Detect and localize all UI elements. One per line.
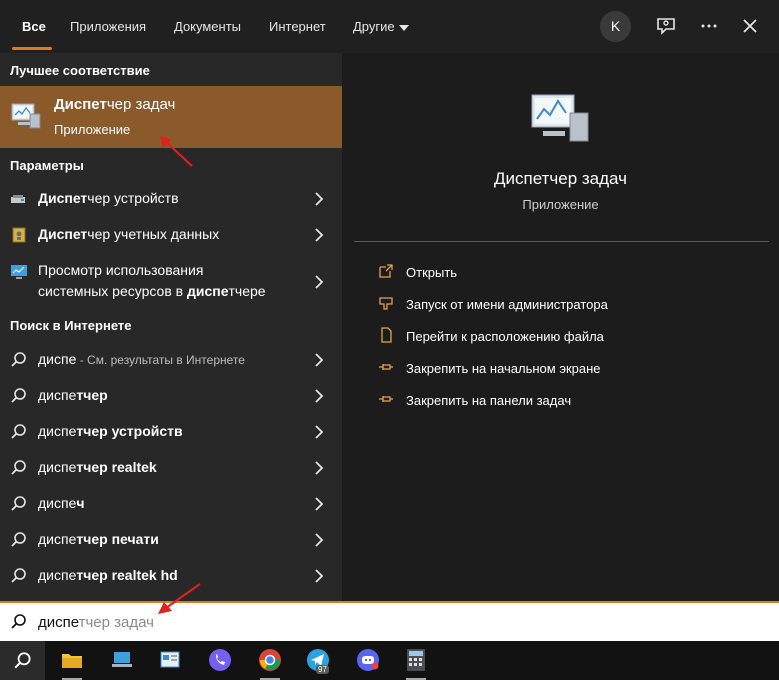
settings-item-label-line2: системных ресурсов в диспетчере xyxy=(38,283,266,299)
web-item[interactable]: диспетчер xyxy=(0,378,342,414)
section-best-match: Лучшее соответствие xyxy=(10,63,150,78)
web-item-label: диспе - См. результаты в Интернете xyxy=(38,351,245,367)
web-item[interactable]: диспетчер печати xyxy=(0,522,342,558)
close-icon[interactable] xyxy=(736,12,764,40)
search-tab-bar: Все Приложения Документы Интернет Другие… xyxy=(0,0,779,53)
search-icon xyxy=(11,388,26,403)
detail-pane: Диспетчер задач Приложение Открыть Запус… xyxy=(342,53,779,601)
more-options-icon[interactable] xyxy=(695,12,723,40)
tab-apps[interactable]: Приложения xyxy=(70,0,146,53)
chevron-right-icon xyxy=(315,389,324,403)
resource-monitor-icon xyxy=(11,265,27,279)
avatar[interactable]: K xyxy=(600,11,631,42)
tab-internet[interactable]: Интернет xyxy=(269,0,326,53)
annotation-arrow-icon xyxy=(158,583,201,614)
action-label: Запуск от имени администратора xyxy=(406,297,608,312)
unread-badge: 97 xyxy=(316,665,329,674)
web-item-label: диспетчер устройств xyxy=(38,423,183,439)
task-manager-icon xyxy=(531,94,589,142)
computer-icon xyxy=(112,652,132,667)
tab-more[interactable]: Другие xyxy=(353,0,409,53)
detail-subtitle: Приложение xyxy=(522,197,599,212)
chrome-icon xyxy=(259,649,281,671)
search-input[interactable]: диспетчер задач xyxy=(38,614,154,631)
web-item[interactable]: диспеч xyxy=(0,486,342,522)
detail-title: Диспетчер задач xyxy=(494,169,627,188)
search-icon xyxy=(14,652,31,669)
settings-item-label: Диспетчер учетных данных xyxy=(38,226,220,242)
settings-item-device-manager[interactable]: Диспетчер устройств xyxy=(0,181,342,217)
active-tab-indicator xyxy=(12,47,52,50)
web-item-label: диспетчер xyxy=(38,387,108,403)
chevron-right-icon xyxy=(315,353,324,367)
settings-item-label: Диспетчер устройств xyxy=(38,190,179,206)
taskbar-chrome[interactable] xyxy=(250,641,290,680)
chevron-right-icon xyxy=(315,275,324,289)
search-icon xyxy=(11,352,26,367)
web-item-label: диспеч xyxy=(38,495,85,511)
viber-icon xyxy=(209,649,231,671)
annotation-arrow-icon xyxy=(160,136,193,167)
web-item[interactable]: диспетчер устройств xyxy=(0,414,342,450)
search-box[interactable]: диспетчер задач xyxy=(0,601,779,641)
control-panel-icon xyxy=(160,651,180,668)
settings-item-credential-manager[interactable]: Диспетчер учетных данных xyxy=(0,217,342,253)
taskbar-this-pc[interactable] xyxy=(102,641,142,680)
task-manager-icon xyxy=(11,103,41,129)
taskbar-calculator[interactable] xyxy=(396,641,436,680)
chevron-right-icon xyxy=(315,533,324,547)
shield-icon xyxy=(379,297,393,310)
pin-icon xyxy=(379,364,393,370)
chevron-right-icon xyxy=(315,461,324,475)
taskbar-discord[interactable] xyxy=(348,641,388,680)
section-web-search: Поиск в Интернете xyxy=(10,318,132,333)
taskbar-telegram[interactable]: 97 xyxy=(298,641,338,680)
taskbar: 97 xyxy=(0,641,779,680)
divider xyxy=(354,241,769,242)
settings-item-label-line1: Просмотр использования xyxy=(38,262,204,278)
web-item-label: диспетчер realtek xyxy=(38,459,157,475)
web-item[interactable]: диспе - См. результаты в Интернете xyxy=(0,342,342,378)
section-settings: Параметры xyxy=(10,158,84,173)
device-manager-icon xyxy=(11,195,25,203)
search-icon xyxy=(11,614,26,629)
chevron-right-icon xyxy=(315,497,324,511)
open-icon xyxy=(379,264,393,278)
search-icon xyxy=(11,532,26,547)
action-label: Закрепить на начальном экране xyxy=(406,361,601,376)
search-autocomplete: тчер задач xyxy=(78,614,154,631)
best-match-title: Диспетчер задач xyxy=(54,96,176,113)
chevron-down-icon xyxy=(398,24,409,31)
pin-icon xyxy=(379,396,393,402)
search-icon xyxy=(11,424,26,439)
taskbar-viber[interactable] xyxy=(200,641,240,680)
taskbar-control-panel[interactable] xyxy=(150,641,190,680)
taskbar-file-explorer[interactable] xyxy=(52,641,92,680)
chevron-right-icon xyxy=(315,228,324,242)
search-icon xyxy=(11,496,26,511)
settings-item-resource-usage[interactable]: Просмотр использования системных ресурсо… xyxy=(0,255,342,307)
tab-all[interactable]: Все xyxy=(22,0,46,53)
tab-documents[interactable]: Документы xyxy=(174,0,241,53)
file-location-icon xyxy=(381,327,392,343)
chevron-right-icon xyxy=(315,192,324,206)
chevron-right-icon xyxy=(315,569,324,583)
search-icon xyxy=(11,460,26,475)
tab-more-label: Другие xyxy=(353,19,395,34)
web-item-label: диспетчер печати xyxy=(38,531,159,547)
best-match-subtitle: Приложение xyxy=(54,122,131,137)
taskbar-search-button[interactable] xyxy=(0,641,45,680)
feedback-icon[interactable] xyxy=(652,12,680,40)
credential-manager-icon xyxy=(12,227,26,243)
web-item[interactable]: диспетчер realtek xyxy=(0,450,342,486)
calculator-icon xyxy=(407,649,425,671)
chevron-right-icon xyxy=(315,425,324,439)
action-label: Закрепить на панели задач xyxy=(406,393,572,408)
search-icon xyxy=(11,568,26,583)
action-label: Открыть xyxy=(406,265,458,280)
folder-icon xyxy=(62,654,82,668)
discord-icon xyxy=(357,649,379,671)
action-label: Перейти к расположению файла xyxy=(406,329,604,344)
search-typed-text: диспе xyxy=(38,614,79,631)
